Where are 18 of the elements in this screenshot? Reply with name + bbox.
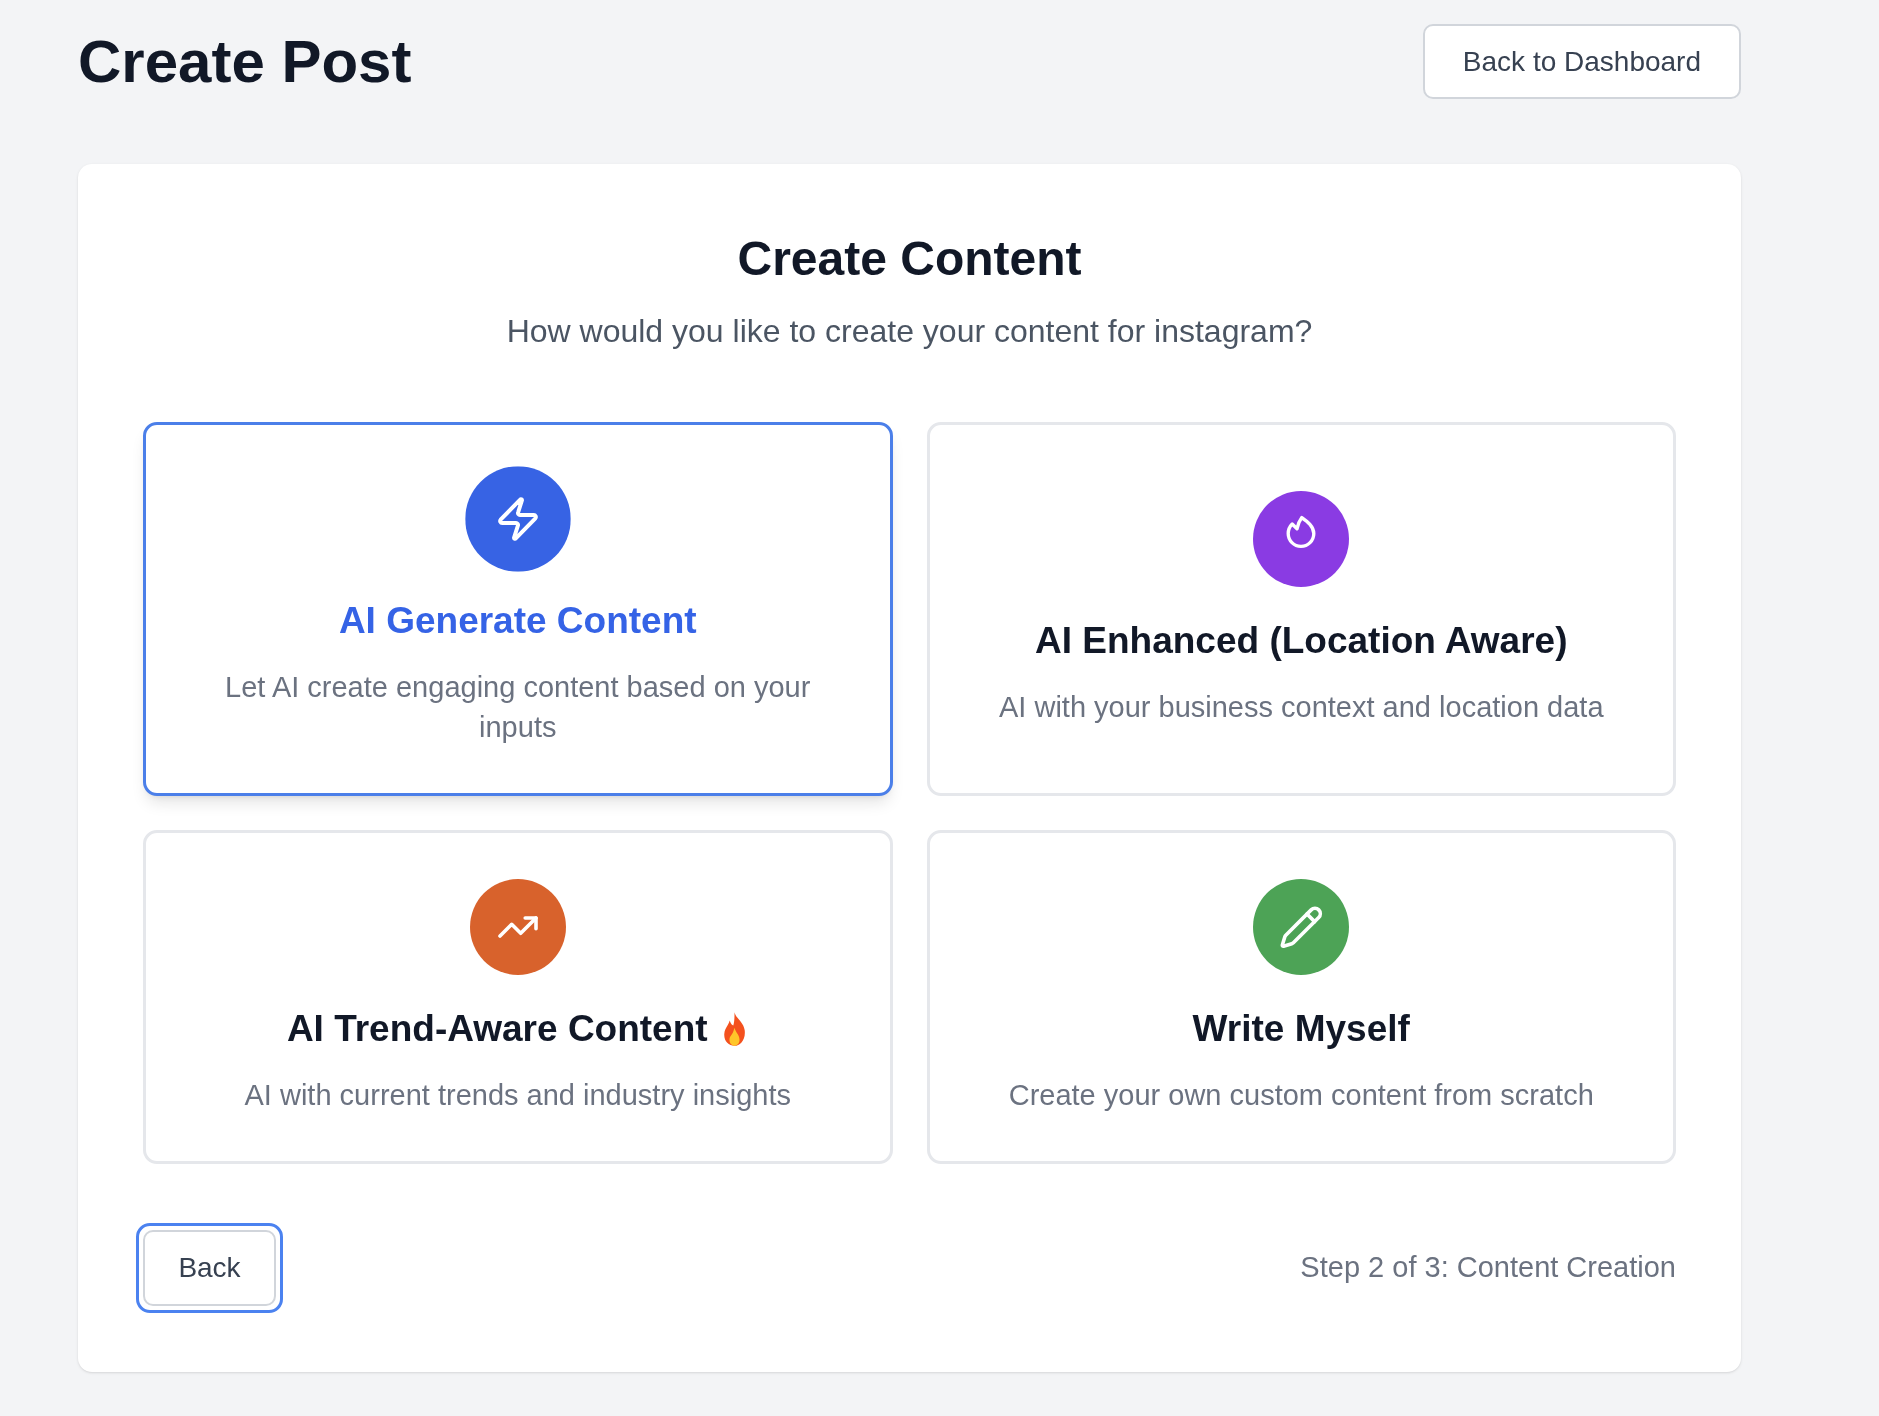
option-card[interactable]: AI Generate Content Let AI create engaging content based on your inputs xyxy=(143,422,893,796)
option-card[interactable]: AI Trend-Aware Content AI with current trends and industry insights xyxy=(143,830,893,1164)
option-description: Let AI create engaging content based on your inputs xyxy=(224,670,812,745)
back-button[interactable]: Back xyxy=(136,1223,283,1313)
back-to-dashboard-button[interactable]: Back to Dashboard xyxy=(1422,24,1741,99)
panel-heading: Create Content xyxy=(736,231,1083,287)
option-title: Write Myself xyxy=(1192,1007,1410,1051)
option-description: AI with your business context and location data xyxy=(999,690,1604,725)
option-title: AI Trend-Aware Content xyxy=(286,1007,708,1051)
option-description: Create your own custom content from scratch xyxy=(1008,1078,1594,1113)
option-description: AI with current trends and industry insights xyxy=(244,1078,791,1113)
panel-subtitle: How would you like to create your content for instagram? xyxy=(505,312,1314,351)
option-title: AI Generate Content xyxy=(338,599,697,643)
option-card[interactable]: Write Myself Create your own custom content from scratch xyxy=(926,830,1676,1164)
option-card[interactable]: AI Enhanced (Location Aware) AI with your business context and location data xyxy=(926,422,1676,796)
step-indicator: Step 2 of 3: Content Creation xyxy=(1300,1250,1676,1286)
option-title: AI Enhanced (Location Aware) xyxy=(1035,619,1568,663)
page-title: Create Post xyxy=(78,26,412,97)
